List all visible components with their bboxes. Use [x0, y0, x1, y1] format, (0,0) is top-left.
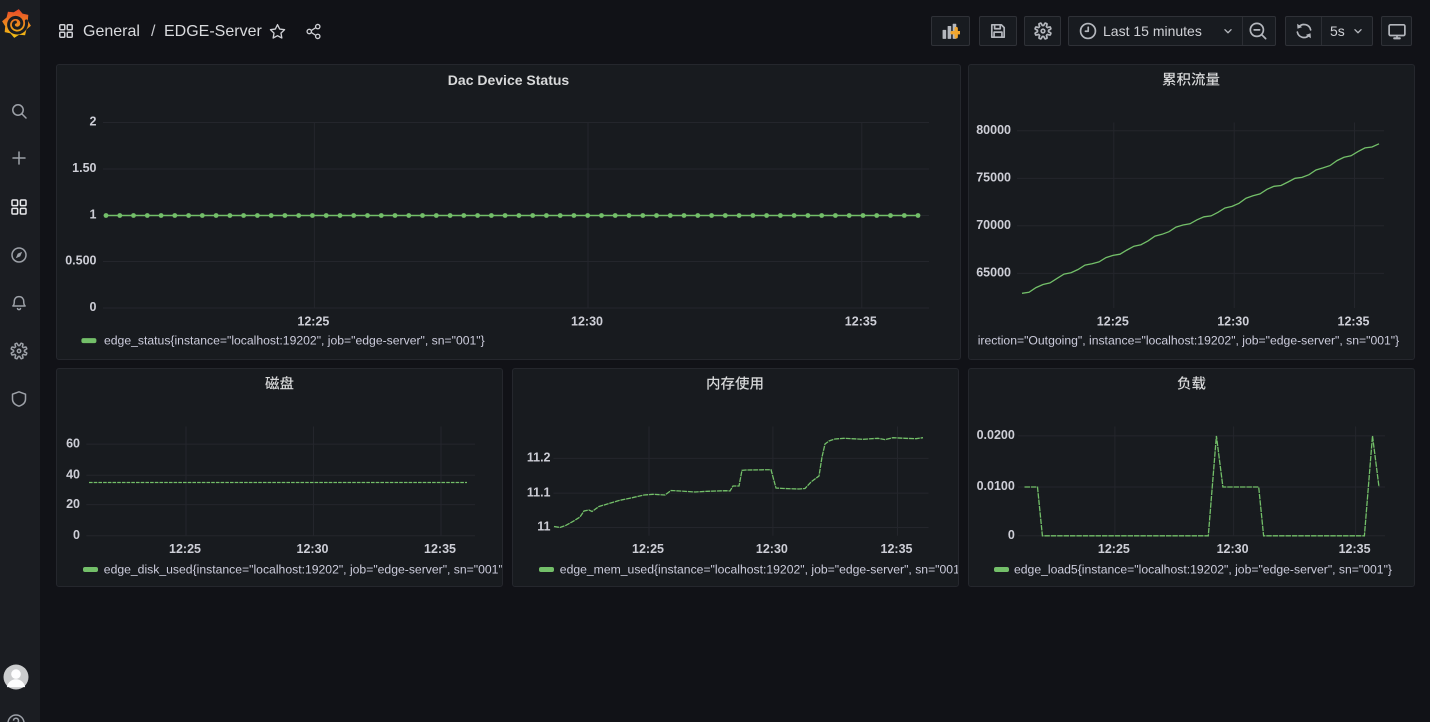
svg-text:12:25: 12:25	[1097, 315, 1129, 329]
svg-text:65000: 65000	[976, 266, 1011, 280]
svg-text:11.1: 11.1	[527, 485, 551, 499]
svg-text:12:30: 12:30	[297, 542, 329, 556]
svg-text:12:35: 12:35	[881, 542, 913, 556]
svg-text:edge_load5{instance="localhost: edge_load5{instance="localhost:19202", j…	[1014, 563, 1392, 577]
svg-text:0: 0	[1008, 528, 1015, 542]
svg-text:12:25: 12:25	[1098, 542, 1130, 556]
svg-text:12:30: 12:30	[1217, 315, 1249, 329]
svg-text:12:35: 12:35	[845, 315, 877, 329]
svg-text:0: 0	[73, 528, 80, 542]
svg-text:12:25: 12:25	[297, 315, 329, 329]
svg-text:80000: 80000	[976, 123, 1011, 137]
svg-text:1.50: 1.50	[72, 161, 96, 175]
svg-text:11.2: 11.2	[527, 451, 551, 465]
svg-text:75000: 75000	[976, 171, 1011, 185]
svg-text:20: 20	[66, 497, 80, 511]
svg-text:2: 2	[90, 115, 97, 129]
svg-text:12:30: 12:30	[756, 542, 788, 556]
svg-text:12:35: 12:35	[1338, 315, 1370, 329]
svg-text:12:25: 12:25	[632, 542, 664, 556]
svg-text:0: 0	[90, 300, 97, 314]
svg-text:11: 11	[537, 520, 550, 534]
svg-text:irection="Outgoing", instance=: irection="Outgoing", instance="localhost…	[978, 334, 1399, 348]
svg-text:edge_mem_used{instance="localh: edge_mem_used{instance="localhost:19202"…	[560, 563, 959, 577]
svg-text:edge_disk_used{instance="local: edge_disk_used{instance="localhost:19202…	[104, 563, 503, 577]
svg-text:12:35: 12:35	[1339, 542, 1371, 556]
svg-text:0.500: 0.500	[65, 254, 96, 268]
svg-text:12:35: 12:35	[424, 542, 456, 556]
svg-text:1: 1	[90, 208, 97, 222]
svg-text:12:30: 12:30	[571, 315, 603, 329]
svg-text:12:30: 12:30	[1217, 542, 1249, 556]
svg-text:60: 60	[66, 436, 80, 450]
svg-text:edge_status{instance="localhos: edge_status{instance="localhost:19202", …	[104, 334, 485, 348]
svg-text:0.0200: 0.0200	[977, 428, 1015, 442]
svg-text:40: 40	[66, 468, 80, 482]
svg-text:0.0100: 0.0100	[977, 479, 1015, 493]
svg-text:12:25: 12:25	[169, 542, 201, 556]
svg-text:70000: 70000	[976, 218, 1011, 232]
